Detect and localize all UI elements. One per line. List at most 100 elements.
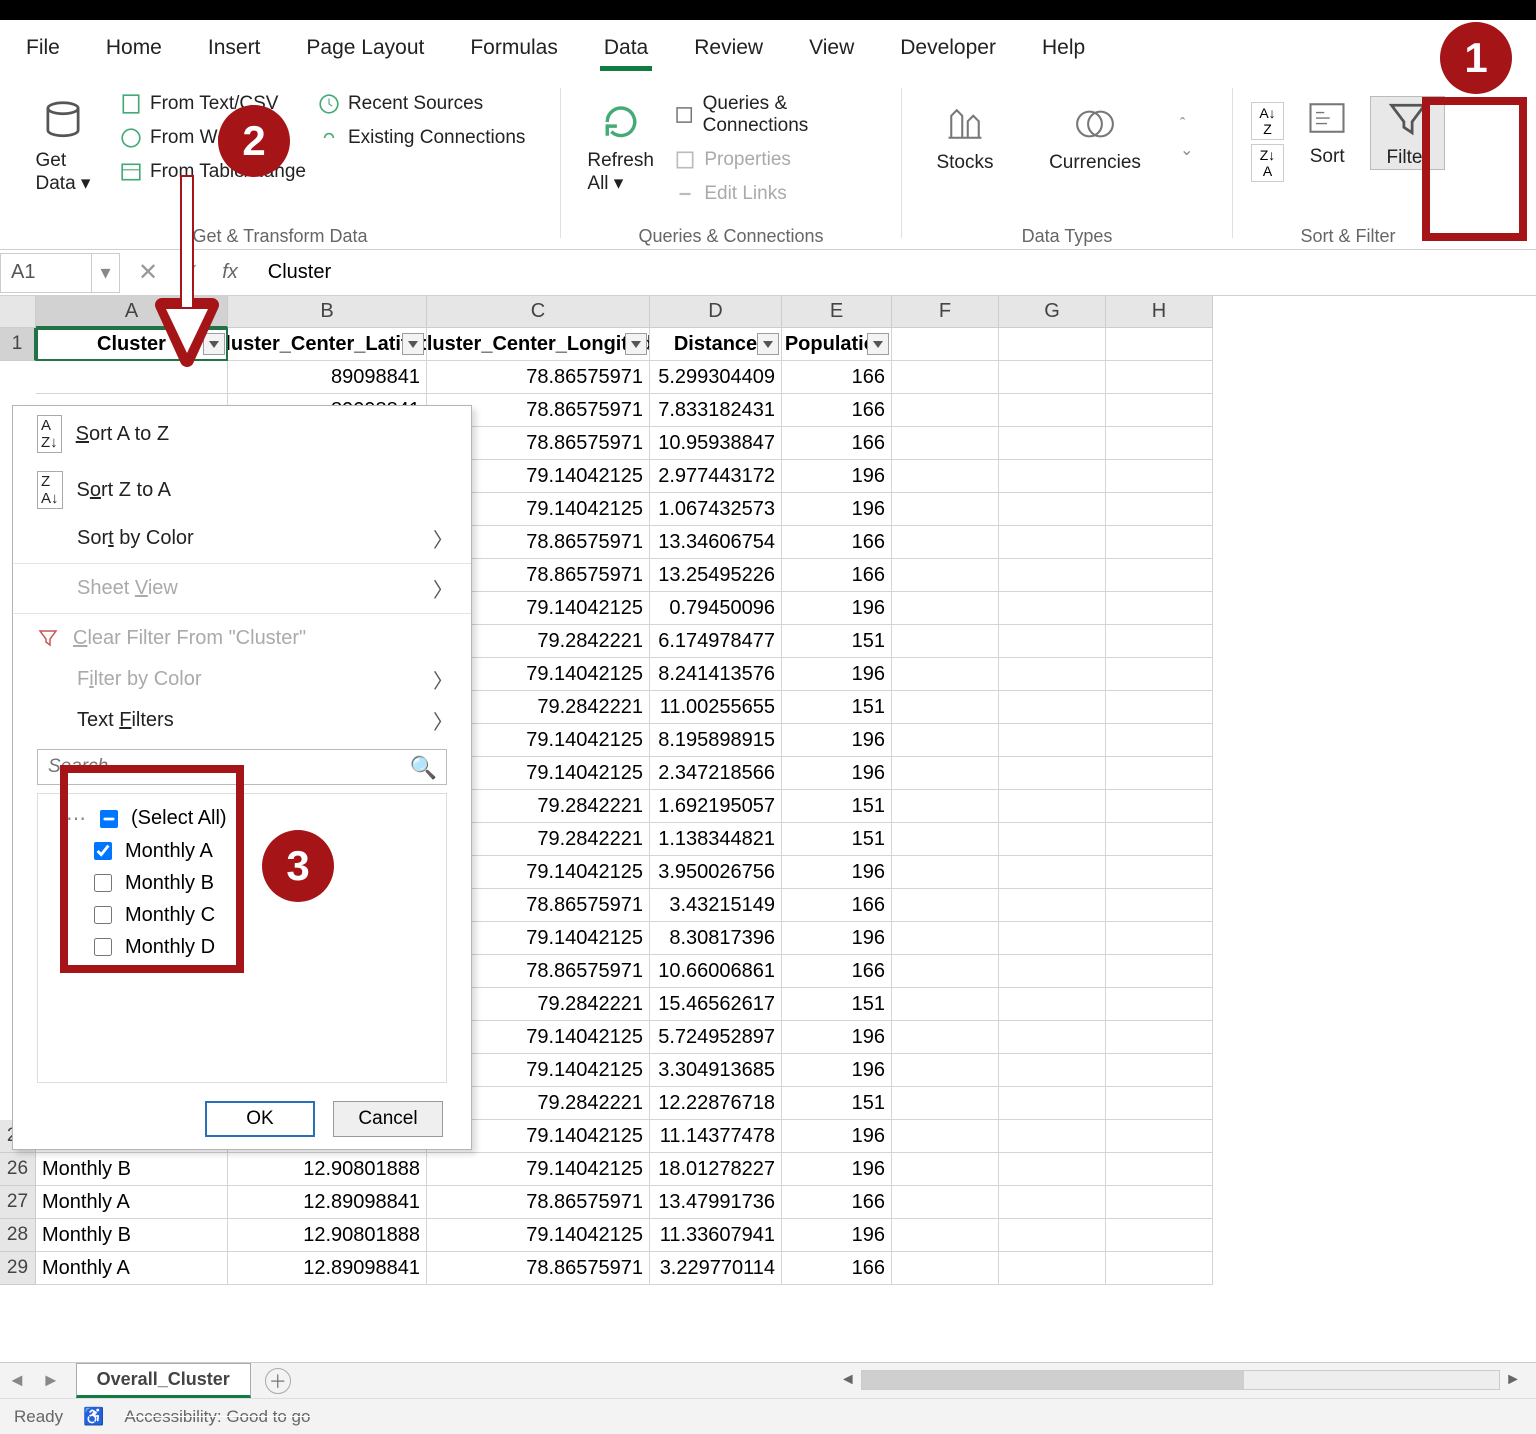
cell[interactable] xyxy=(892,1021,999,1054)
cell[interactable]: 151 xyxy=(782,823,892,856)
cell[interactable] xyxy=(1106,1087,1213,1120)
cell[interactable] xyxy=(1106,889,1213,922)
cell[interactable] xyxy=(1106,361,1213,394)
cell[interactable]: 78.86575971 xyxy=(427,1252,650,1285)
cell[interactable] xyxy=(892,1153,999,1186)
cell[interactable] xyxy=(999,1021,1106,1054)
header-cell[interactable] xyxy=(999,328,1106,361)
checkbox[interactable] xyxy=(94,906,112,924)
cell[interactable]: 196 xyxy=(782,1054,892,1087)
cell[interactable]: 11.14377478 xyxy=(650,1120,782,1153)
cell[interactable] xyxy=(892,823,999,856)
cell[interactable]: 12.89098841 xyxy=(228,1186,427,1219)
header-cell[interactable]: Population xyxy=(782,328,892,361)
cell[interactable] xyxy=(892,427,999,460)
name-box-dropdown[interactable]: ▾ xyxy=(91,254,119,292)
col-header-F[interactable]: F xyxy=(892,296,999,328)
cell[interactable]: Monthly B xyxy=(36,1153,228,1186)
cell[interactable] xyxy=(999,559,1106,592)
cell[interactable] xyxy=(1106,1219,1213,1252)
cell[interactable] xyxy=(999,1120,1106,1153)
cell[interactable]: 166 xyxy=(782,361,892,394)
cell[interactable] xyxy=(999,625,1106,658)
refresh-all-button[interactable]: RefreshAll ▾ xyxy=(579,100,662,195)
cell[interactable]: 10.66006861 xyxy=(650,955,782,988)
checkbox[interactable] xyxy=(94,938,112,956)
queries-connections-button[interactable]: Queries & Connections xyxy=(674,90,883,140)
cell[interactable] xyxy=(1106,988,1213,1021)
cell[interactable] xyxy=(1106,1252,1213,1285)
cell[interactable] xyxy=(999,460,1106,493)
filter-search-input[interactable] xyxy=(37,749,447,785)
cell[interactable] xyxy=(999,889,1106,922)
cell[interactable]: 8.195898915 xyxy=(650,724,782,757)
sheet-nav-next[interactable]: ► xyxy=(34,1370,68,1391)
horizontal-scrollbar[interactable]: ◄► xyxy=(835,1362,1526,1398)
cell[interactable]: 1.692195057 xyxy=(650,790,782,823)
fx-icon[interactable]: fx xyxy=(222,261,238,284)
cell[interactable] xyxy=(892,1219,999,1252)
cell[interactable] xyxy=(999,394,1106,427)
cell[interactable] xyxy=(1106,922,1213,955)
col-header-H[interactable]: H xyxy=(1106,296,1213,328)
cell[interactable] xyxy=(1106,724,1213,757)
row-header[interactable]: 26 xyxy=(0,1153,36,1186)
filter-item-monthly-d[interactable]: Monthly D xyxy=(50,931,434,963)
sort-by-color-item[interactable]: Sort by Color 〉 xyxy=(13,518,471,559)
cell[interactable] xyxy=(892,1087,999,1120)
ok-button[interactable]: OK xyxy=(205,1101,315,1137)
header-cell[interactable]: Cluster_Center_Longitude xyxy=(427,328,650,361)
select-all-corner[interactable] xyxy=(0,296,36,328)
cell[interactable] xyxy=(1106,559,1213,592)
filter-item-monthly-c[interactable]: Monthly C xyxy=(50,899,434,931)
cell[interactable]: 3.950026756 xyxy=(650,856,782,889)
chevron-down-icon[interactable]: ⌄ xyxy=(1180,140,1193,160)
cell[interactable]: 196 xyxy=(782,592,892,625)
sheet-nav-prev[interactable]: ◄ xyxy=(0,1370,34,1391)
cell[interactable] xyxy=(999,658,1106,691)
cell[interactable] xyxy=(892,493,999,526)
header-cell[interactable] xyxy=(892,328,999,361)
filter-search[interactable]: 🔍 xyxy=(37,749,447,785)
cell[interactable]: 1.067432573 xyxy=(650,493,782,526)
cell[interactable]: 151 xyxy=(782,691,892,724)
cell[interactable] xyxy=(892,856,999,889)
cell[interactable] xyxy=(999,823,1106,856)
cell[interactable] xyxy=(892,559,999,592)
cell[interactable]: 151 xyxy=(782,1087,892,1120)
filter-dropdown-button[interactable] xyxy=(402,333,424,355)
name-box[interactable]: A1 ▾ xyxy=(0,253,120,293)
cell[interactable]: 3.43215149 xyxy=(650,889,782,922)
cell[interactable]: 196 xyxy=(782,856,892,889)
cell[interactable]: 12.90801888 xyxy=(228,1153,427,1186)
cell[interactable] xyxy=(999,592,1106,625)
cell[interactable] xyxy=(892,1252,999,1285)
ribbon-tab-formulas[interactable]: Formulas xyxy=(462,28,566,70)
cell[interactable]: 12.90801888 xyxy=(228,1219,427,1252)
cell[interactable]: 12.22876718 xyxy=(650,1087,782,1120)
cell[interactable]: Monthly B xyxy=(36,1219,228,1252)
cell[interactable]: 196 xyxy=(782,1021,892,1054)
sort-button[interactable]: Sort xyxy=(1290,96,1364,168)
text-filters-item[interactable]: Text Filters 〉 xyxy=(13,700,471,741)
col-header-E[interactable]: E xyxy=(782,296,892,328)
ribbon-tab-data[interactable]: Data xyxy=(596,28,656,70)
cell[interactable]: 6.174978477 xyxy=(650,625,782,658)
cell[interactable]: 89098841 xyxy=(228,361,427,394)
row-header[interactable]: 28 xyxy=(0,1219,36,1252)
cell[interactable] xyxy=(999,724,1106,757)
cell[interactable]: 196 xyxy=(782,1153,892,1186)
cell[interactable] xyxy=(892,460,999,493)
cell[interactable]: 2.347218566 xyxy=(650,757,782,790)
cell[interactable]: 166 xyxy=(782,559,892,592)
cell[interactable]: 196 xyxy=(782,922,892,955)
filter-item-select-all[interactable]: ⋯document.currentScript.previousElementS… xyxy=(50,802,434,835)
checkbox[interactable] xyxy=(100,810,118,828)
cell[interactable]: 8.30817396 xyxy=(650,922,782,955)
cell[interactable] xyxy=(892,889,999,922)
cell[interactable] xyxy=(892,988,999,1021)
sort-desc-button[interactable]: Z↓A xyxy=(1251,144,1284,182)
cell[interactable]: Monthly A xyxy=(36,1186,228,1219)
cell[interactable] xyxy=(1106,526,1213,559)
cell[interactable] xyxy=(1106,427,1213,460)
